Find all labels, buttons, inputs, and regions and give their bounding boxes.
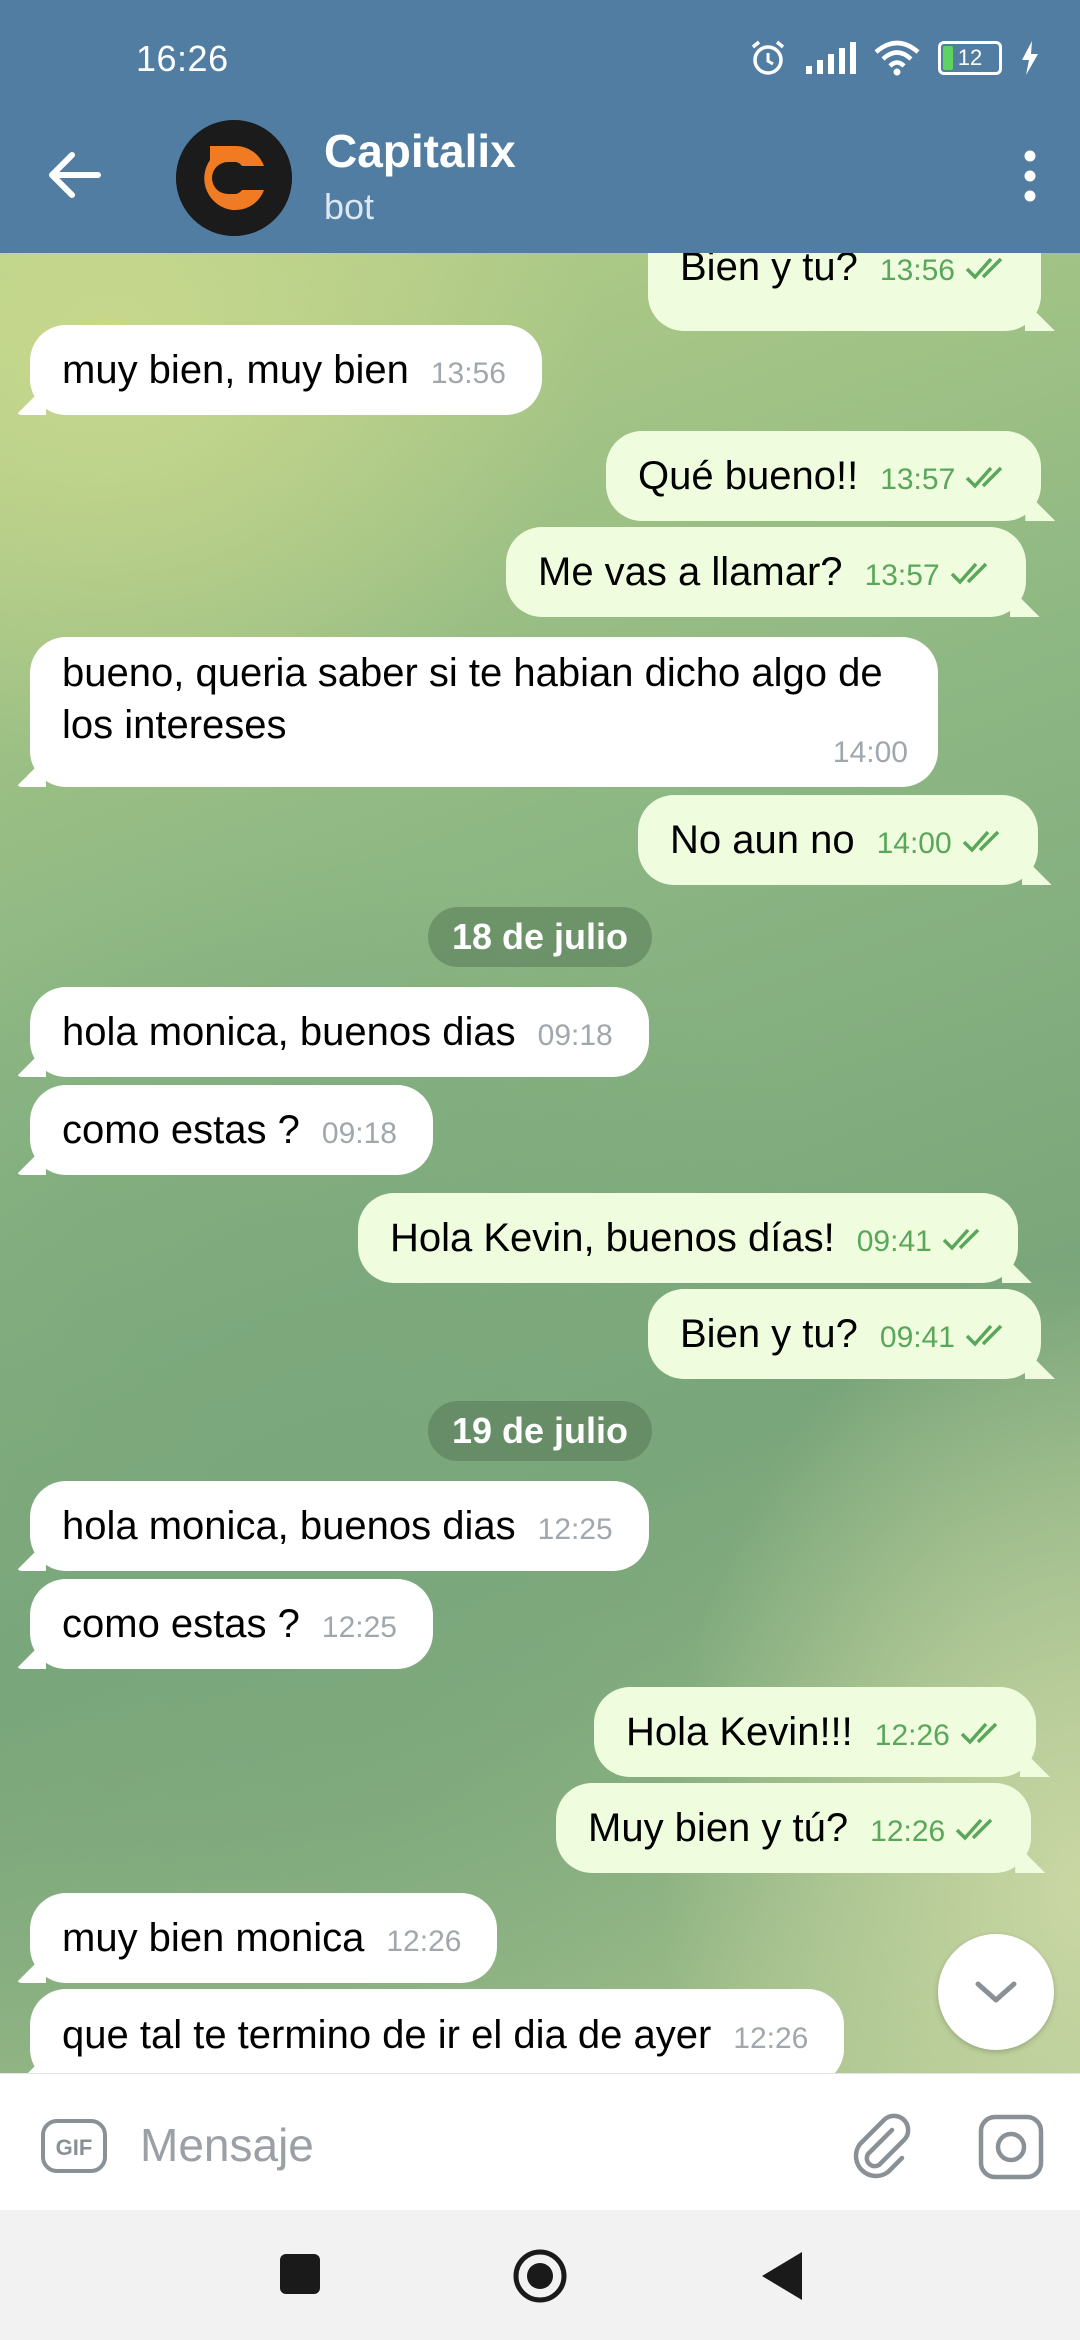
message-incoming[interactable]: muy bien, muy bien 13:56 <box>30 325 542 415</box>
svg-text:GIF: GIF <box>56 2135 93 2160</box>
message-incoming[interactable]: bueno, queria saber si te habian dicho a… <box>30 637 938 787</box>
back-arrow-icon[interactable] <box>44 144 106 206</box>
date-separator: 18 de julio <box>427 907 653 967</box>
chat-header: 16:26 12 Capitalix bot <box>0 0 1080 253</box>
message-incoming[interactable]: hola monica, buenos dias 09:18 <box>30 987 649 1077</box>
message-incoming[interactable]: como estas ? 12:25 <box>30 1579 433 1669</box>
message-outgoing[interactable]: Muy bien y tú? 12:26 <box>556 1783 1032 1873</box>
message-incoming[interactable]: como estas ? 09:18 <box>30 1085 433 1175</box>
message-composer: GIF Mensaje <box>0 2073 1080 2211</box>
battery-icon: 12 <box>938 41 1002 75</box>
chat-area[interactable]: Bien y tu? 13:56 muy bien, muy bien 13:56 … <box>0 253 1080 2073</box>
message-outgoing[interactable]: No aun no 14:00 <box>638 795 1038 885</box>
status-icons: 12 <box>748 36 1040 80</box>
double-check-icon <box>965 257 1003 280</box>
message-outgoing[interactable]: Bien y tu? 09:41 <box>648 1289 1041 1379</box>
scroll-down-button[interactable] <box>938 1934 1054 2050</box>
gif-icon[interactable]: GIF <box>40 2118 108 2174</box>
camera-icon[interactable] <box>976 2112 1046 2182</box>
double-check-icon <box>942 1228 980 1251</box>
message-outgoing[interactable]: Qué bueno!! 13:57 <box>606 431 1042 521</box>
message-input[interactable]: Mensaje <box>140 2118 314 2172</box>
double-check-icon <box>950 562 987 585</box>
capitalix-logo-icon <box>176 120 292 236</box>
back-triangle-icon[interactable] <box>758 2250 804 2302</box>
chat-subtitle: bot <box>324 186 375 227</box>
message-outgoing[interactable]: Me vas a llamar? 13:57 <box>506 527 1026 617</box>
message-outgoing[interactable]: Hola Kevin!!! 12:26 <box>594 1687 1036 1777</box>
charging-icon <box>1022 41 1038 75</box>
message-incoming[interactable]: hola monica, buenos dias 12:25 <box>30 1481 649 1571</box>
home-icon[interactable] <box>512 2248 568 2304</box>
message-incoming[interactable]: que tal te termino de ir el dia de ayer 1… <box>30 1989 845 2073</box>
wifi-icon <box>874 40 920 76</box>
more-options-icon[interactable] <box>1010 146 1050 206</box>
alarm-icon <box>751 40 785 75</box>
double-check-icon <box>960 1722 998 1745</box>
double-check-icon <box>962 830 999 853</box>
message-incoming[interactable]: muy bien monica 12:26 <box>30 1893 498 1983</box>
double-check-icon <box>966 466 1003 489</box>
recent-apps-icon[interactable] <box>280 2254 320 2294</box>
system-navigation-bar <box>0 2210 1080 2340</box>
status-time: 16:26 <box>136 38 229 79</box>
double-check-icon <box>965 1324 1003 1347</box>
chevron-down-icon <box>975 1981 1017 2003</box>
message-outgoing[interactable]: Bien y tu? 13:56 <box>648 253 1041 331</box>
message-outgoing[interactable]: Hola Kevin, buenos días! 09:41 <box>358 1193 1018 1283</box>
date-separator: 19 de julio <box>427 1401 653 1461</box>
avatar[interactable] <box>176 120 292 236</box>
signal-icon <box>806 42 856 74</box>
double-check-icon <box>955 1818 993 1841</box>
attach-icon[interactable] <box>846 2110 918 2182</box>
chat-title[interactable]: Capitalix <box>324 124 516 178</box>
